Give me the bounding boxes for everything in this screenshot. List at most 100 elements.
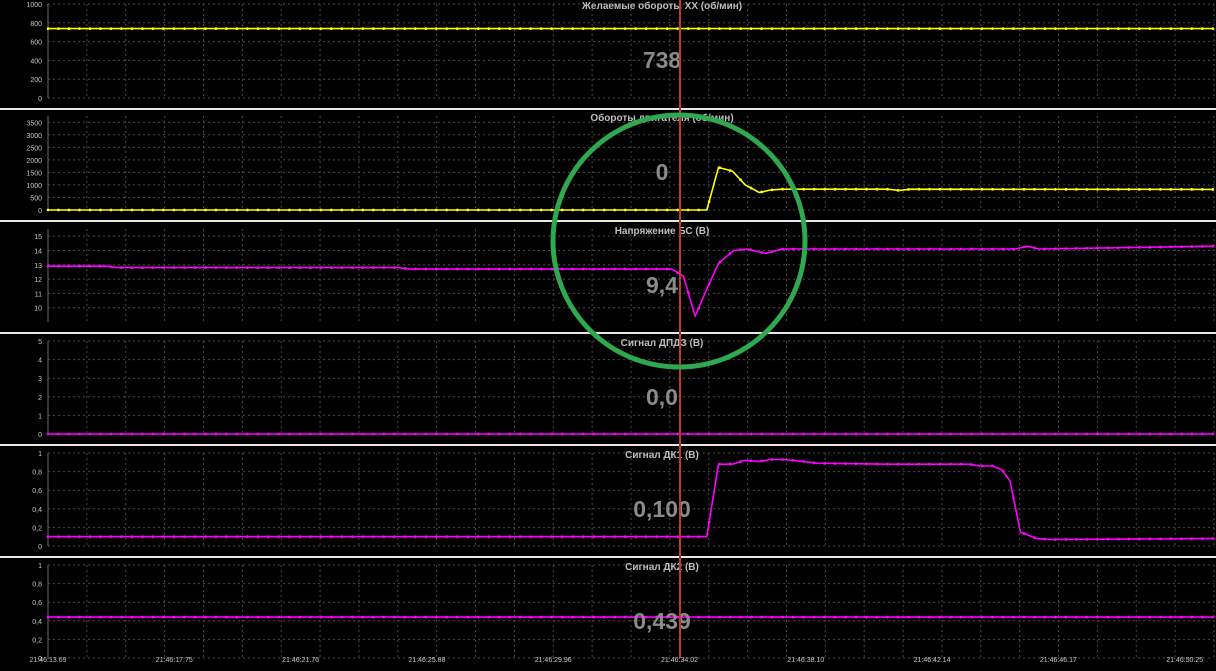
data-point bbox=[256, 535, 260, 539]
data-point bbox=[550, 432, 554, 436]
data-point bbox=[907, 247, 910, 251]
data-point bbox=[1033, 536, 1036, 540]
data-point bbox=[686, 535, 690, 539]
data-point bbox=[592, 208, 596, 212]
data-point bbox=[928, 187, 931, 191]
data-point bbox=[781, 187, 784, 191]
data-point bbox=[739, 460, 743, 463]
data-point bbox=[917, 247, 921, 251]
data-point bbox=[476, 615, 480, 619]
data-point bbox=[833, 615, 837, 619]
data-point bbox=[1106, 187, 1110, 191]
data-point bbox=[277, 615, 281, 619]
data-point bbox=[749, 432, 753, 436]
data-point bbox=[1148, 187, 1152, 191]
data-point bbox=[949, 187, 952, 191]
data-point bbox=[844, 187, 847, 191]
data-point bbox=[854, 462, 858, 466]
data-point bbox=[151, 208, 155, 212]
data-point bbox=[67, 615, 71, 619]
data-point bbox=[466, 27, 470, 31]
data-point bbox=[655, 267, 659, 271]
data-point bbox=[791, 458, 795, 462]
data-point bbox=[875, 462, 879, 466]
data-point bbox=[256, 615, 260, 619]
series-line[interactable] bbox=[48, 166, 1215, 211]
data-point bbox=[130, 615, 134, 619]
data-point bbox=[266, 535, 270, 539]
data-point bbox=[665, 208, 669, 212]
data-point bbox=[224, 208, 228, 212]
data-point bbox=[46, 535, 50, 539]
data-point bbox=[686, 290, 690, 294]
data-point bbox=[445, 535, 449, 539]
data-point bbox=[308, 27, 312, 31]
data-point bbox=[487, 267, 491, 271]
data-point bbox=[833, 247, 837, 251]
data-point bbox=[235, 615, 239, 619]
data-point bbox=[172, 432, 176, 436]
data-point bbox=[235, 432, 239, 436]
data-point bbox=[560, 615, 564, 619]
data-point bbox=[487, 535, 491, 539]
y-tick-label: 0,6 bbox=[32, 488, 42, 495]
data-point bbox=[1106, 615, 1110, 619]
data-point bbox=[266, 208, 270, 212]
data-point bbox=[938, 187, 942, 191]
cursor-value: 738 bbox=[643, 47, 682, 73]
data-point bbox=[1064, 187, 1068, 191]
data-point bbox=[959, 615, 963, 619]
data-point bbox=[57, 615, 60, 619]
data-point bbox=[791, 615, 795, 619]
data-point bbox=[308, 266, 312, 270]
data-point bbox=[844, 27, 847, 31]
data-point bbox=[1085, 27, 1089, 31]
data-point bbox=[1022, 27, 1026, 31]
data-point bbox=[245, 535, 249, 539]
data-point bbox=[371, 266, 375, 270]
data-point bbox=[508, 267, 512, 271]
data-point bbox=[539, 535, 543, 539]
data-point bbox=[1012, 247, 1015, 251]
telemetry-charts[interactable]: 02004006008001000 Желаемые обороты ХХ (об… bbox=[0, 0, 1216, 666]
data-point bbox=[193, 266, 197, 270]
data-point bbox=[371, 615, 375, 619]
data-point bbox=[896, 247, 900, 251]
data-point bbox=[1200, 615, 1204, 619]
data-point bbox=[78, 264, 81, 268]
data-point bbox=[361, 535, 365, 539]
data-point bbox=[613, 267, 617, 271]
data-point bbox=[970, 463, 973, 466]
data-point bbox=[99, 535, 102, 539]
data-point bbox=[875, 615, 879, 619]
data-point bbox=[718, 166, 722, 170]
data-point bbox=[1169, 432, 1173, 436]
y-tick-label: 3000 bbox=[26, 133, 42, 140]
data-point bbox=[865, 432, 868, 436]
data-point bbox=[917, 27, 921, 31]
data-point bbox=[403, 208, 407, 212]
data-point bbox=[529, 208, 533, 212]
data-point bbox=[319, 432, 323, 436]
data-point bbox=[466, 267, 470, 271]
data-point bbox=[1190, 432, 1194, 436]
y-tick-label: 13 bbox=[34, 263, 42, 270]
data-point bbox=[812, 27, 816, 31]
data-point bbox=[109, 615, 113, 619]
data-point bbox=[550, 27, 554, 31]
time-tick-label: 21:46:21.76 bbox=[282, 657, 319, 664]
data-point bbox=[382, 208, 386, 212]
data-point bbox=[1001, 615, 1005, 619]
data-point bbox=[224, 266, 228, 270]
data-point bbox=[917, 432, 921, 436]
data-point bbox=[350, 266, 354, 270]
data-point bbox=[1200, 244, 1204, 248]
data-point bbox=[980, 432, 984, 436]
data-point bbox=[812, 615, 816, 619]
data-point bbox=[1085, 432, 1089, 436]
cursor-value: 0,100 bbox=[633, 496, 691, 522]
data-point bbox=[340, 208, 344, 212]
data-point bbox=[445, 27, 449, 31]
data-point bbox=[1075, 432, 1078, 436]
data-point bbox=[560, 208, 564, 212]
